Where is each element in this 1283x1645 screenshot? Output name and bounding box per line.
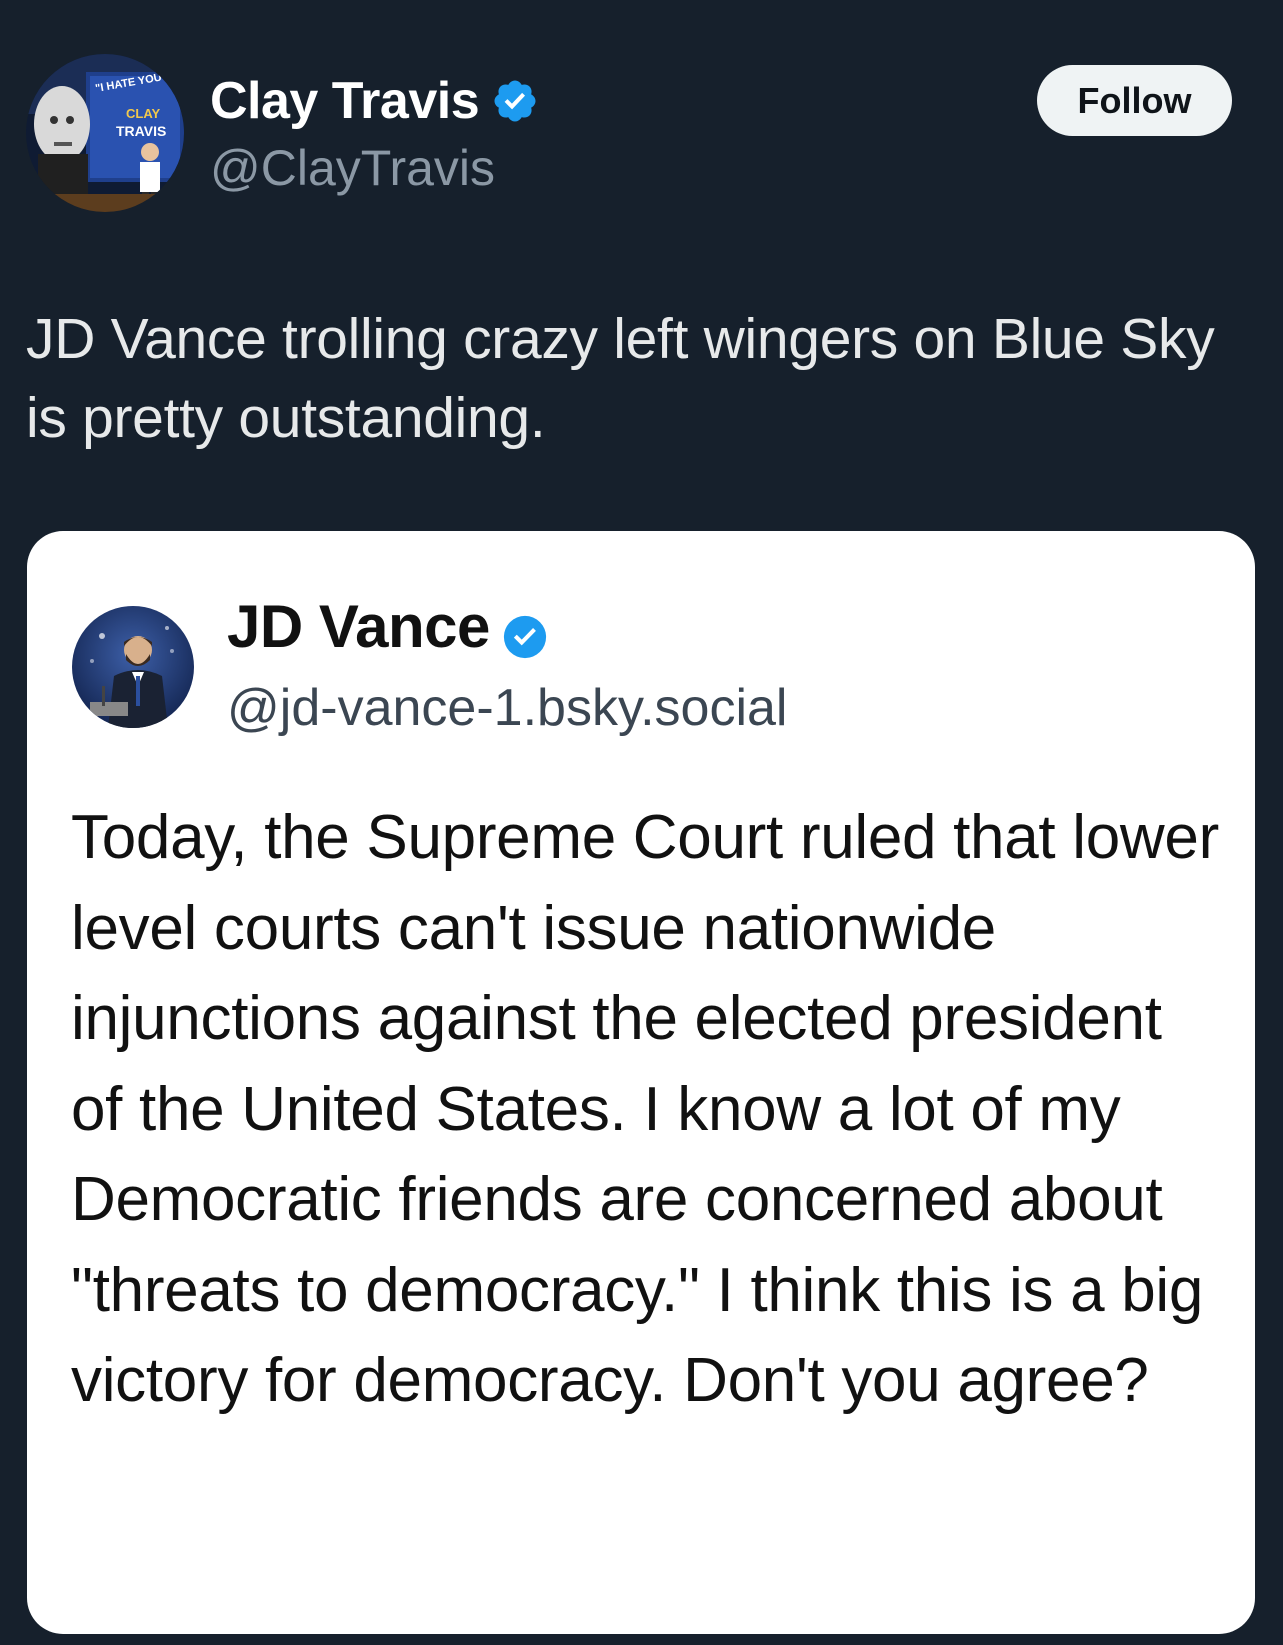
author-name[interactable]: Clay Travis bbox=[210, 70, 539, 132]
quoted-author-handle[interactable]: @jd-vance-1.bsky.social bbox=[227, 677, 787, 739]
svg-text:CLAY: CLAY bbox=[126, 106, 161, 121]
author-name-text[interactable]: Clay Travis bbox=[210, 70, 480, 132]
author-handle[interactable]: @ClayTravis bbox=[210, 138, 495, 198]
verified-badge-icon bbox=[502, 604, 548, 659]
tweet-text: JD Vance trolling crazy left wingers on … bbox=[26, 307, 1215, 450]
follow-button[interactable]: Follow bbox=[1037, 65, 1232, 136]
quoted-post-card[interactable]: JD Vance @jd-vance-1.bsky.social Today, … bbox=[27, 531, 1255, 1634]
quoted-author-name[interactable]: JD Vance bbox=[227, 591, 548, 663]
author-avatar[interactable]: "I HATE YOU CLAY TRAVIS bbox=[26, 54, 184, 212]
tweet: "I HATE YOU CLAY TRAVIS Clay Travis @Cla… bbox=[0, 0, 1283, 1645]
quoted-author-name-text[interactable]: JD Vance bbox=[227, 591, 490, 663]
svg-text:TRAVIS: TRAVIS bbox=[116, 123, 166, 139]
quoted-post-text: Today, the Supreme Court ruled that lowe… bbox=[71, 803, 1219, 1415]
quoted-author-avatar[interactable] bbox=[72, 606, 194, 728]
verified-badge-icon bbox=[491, 77, 539, 125]
